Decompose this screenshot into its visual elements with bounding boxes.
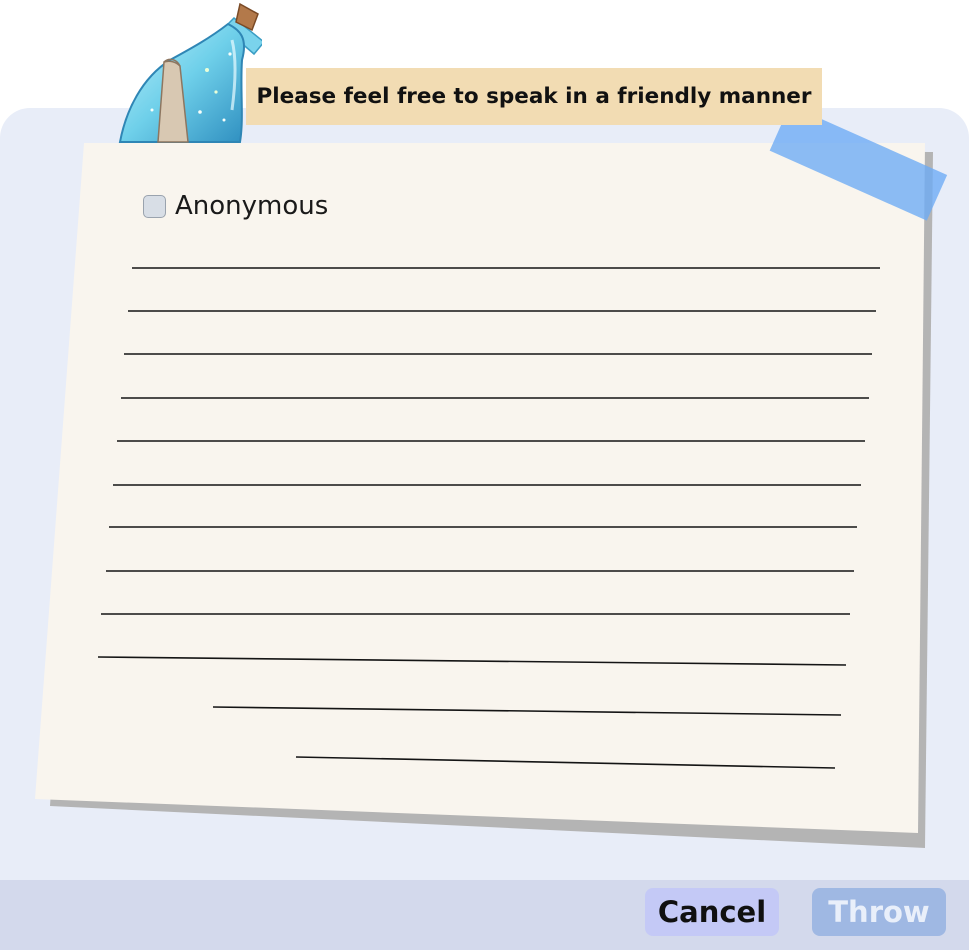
message-in-bottle-icon [118, 2, 262, 143]
throw-button[interactable]: Throw [812, 888, 946, 936]
note-paper [35, 143, 925, 833]
hint-banner: Please feel free to speak in a friendly … [246, 68, 822, 125]
hint-banner-text: Please feel free to speak in a friendly … [256, 84, 812, 109]
throw-bottle-dialog: Please feel free to speak in a friendly … [0, 0, 969, 950]
anonymous-label: Anonymous [175, 191, 329, 221]
cancel-button[interactable]: Cancel [645, 888, 779, 936]
anonymous-option[interactable]: Anonymous [143, 188, 328, 224]
anonymous-checkbox[interactable] [143, 194, 166, 218]
